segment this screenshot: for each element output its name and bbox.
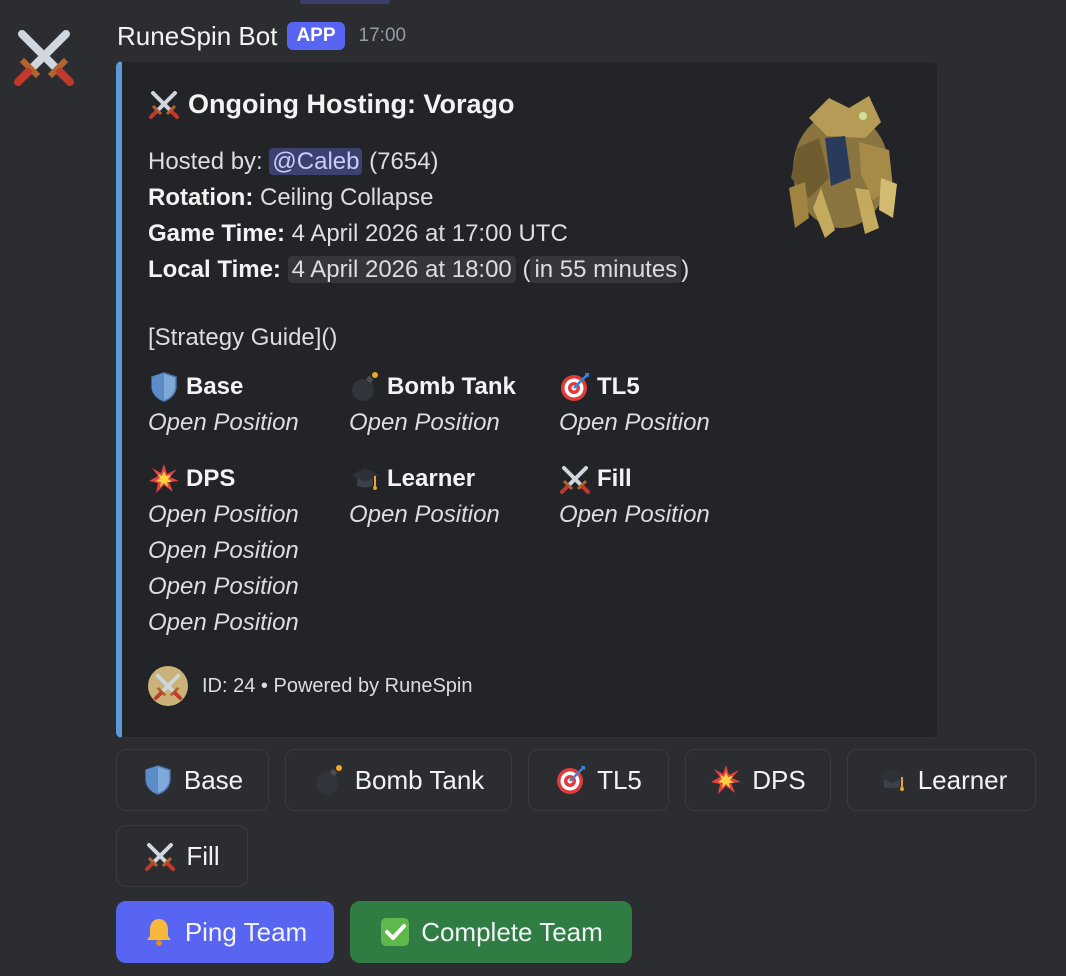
field-value: Open Position <box>148 409 299 436</box>
host-id: (7654) <box>369 148 439 175</box>
field-name: TL5 <box>597 373 640 400</box>
rotation-value: Ceiling Collapse <box>259 184 434 211</box>
local-time-label: Local Time: <box>148 256 281 283</box>
button-label: DPS <box>752 764 806 795</box>
local-time-row: Local Time: 4 April 2026 at 18:00 (in 55… <box>148 252 689 288</box>
field-value: Open Position <box>148 501 299 528</box>
button-label: Learner <box>917 764 1008 795</box>
footer-text: ID: 24 • Powered by RuneSpin <box>202 674 473 697</box>
base-button[interactable]: Base <box>116 749 269 811</box>
field-name: Fill <box>597 465 632 492</box>
field-base: Base Open Position <box>148 369 299 441</box>
button-label: Fill <box>186 840 220 871</box>
local-time-value[interactable]: 4 April 2026 at 18:00 <box>287 256 516 283</box>
ping-team-button[interactable]: Ping Team <box>116 901 334 963</box>
field-value: Open Position <box>559 501 710 528</box>
shield-icon <box>148 371 180 403</box>
field-name: DPS <box>186 465 236 492</box>
crossed-swords-icon <box>148 88 180 120</box>
bomb-icon <box>313 764 345 796</box>
crossed-swords-icon <box>153 671 183 701</box>
button-label: TL5 <box>597 764 642 795</box>
hosted-by-row: Hosted by: @Caleb (7654) <box>148 144 689 180</box>
field-name: Learner <box>387 465 476 492</box>
field-value: Open Position <box>148 537 299 564</box>
complete-team-button[interactable]: Complete Team <box>350 901 632 963</box>
field-value: Open Position <box>148 609 299 636</box>
embed-info: Hosted by: @Caleb (7654) Rotation: Ceili… <box>148 144 689 288</box>
author-name[interactable]: RuneSpin Bot <box>117 21 277 52</box>
field-value: Open Position <box>559 409 710 436</box>
bomb-tank-button[interactable]: Bomb Tank <box>285 749 512 811</box>
host-mention[interactable]: @Caleb <box>269 148 363 175</box>
target-icon <box>559 371 591 403</box>
local-time-relative[interactable]: in 55 minutes <box>530 256 682 283</box>
shield-icon <box>142 764 174 796</box>
field-tl5: TL5 Open Position <box>559 369 710 441</box>
bot-avatar[interactable] <box>10 22 78 90</box>
field-name: Base <box>186 373 244 400</box>
message-timestamp[interactable]: 17:00 <box>359 25 407 47</box>
button-label: Base <box>183 764 244 795</box>
field-learner: Learner Open Position <box>349 461 500 533</box>
field-name: Bomb Tank <box>387 373 516 400</box>
check-mark-icon <box>379 916 411 948</box>
hosting-embed: Ongoing Hosting: Vorago Hosted by: @Cale… <box>116 61 938 738</box>
button-label: Complete Team <box>421 916 603 947</box>
dps-button[interactable]: DPS <box>685 749 831 811</box>
collision-icon <box>148 463 180 495</box>
rotation-label: Rotation: <box>148 184 254 211</box>
tl5-button[interactable]: TL5 <box>528 749 669 811</box>
rotation-row: Rotation: Ceiling Collapse <box>148 180 689 216</box>
graduation-cap-icon <box>349 463 381 495</box>
crossed-swords-icon <box>559 463 591 495</box>
game-time-row: Game Time: 4 April 2026 at 17:00 UTC <box>148 216 689 252</box>
message-header: RuneSpin Bot APP 17:00 <box>117 18 406 54</box>
field-value: Open Position <box>349 501 500 528</box>
bell-icon <box>143 916 175 948</box>
crossed-swords-icon <box>12 24 76 88</box>
field-fill: Fill Open Position <box>559 461 710 533</box>
button-label: Bomb Tank <box>354 764 485 795</box>
collision-icon <box>710 764 742 796</box>
graduation-cap-icon <box>876 764 908 796</box>
crossed-swords-icon <box>144 840 176 872</box>
strategy-guide-text: [Strategy Guide]() <box>148 324 338 351</box>
field-value: Open Position <box>148 573 299 600</box>
game-time-value: 4 April 2026 at 17:00 UTC <box>291 220 568 247</box>
target-icon <box>555 764 587 796</box>
fill-button[interactable]: Fill <box>116 825 248 887</box>
field-value: Open Position <box>349 409 500 436</box>
bomb-icon <box>349 371 381 403</box>
field-bomb-tank: Bomb Tank Open Position <box>349 369 516 441</box>
paren-close: ) <box>681 256 690 283</box>
scroll-indicator <box>300 0 390 4</box>
embed-footer: ID: 24 • Powered by RuneSpin <box>148 666 473 706</box>
app-badge: APP <box>287 22 345 50</box>
footer-avatar <box>148 666 188 706</box>
learner-button[interactable]: Learner <box>847 749 1036 811</box>
game-time-label: Game Time: <box>148 220 285 247</box>
vorago-thumbnail[interactable] <box>769 78 909 246</box>
field-dps: DPS Open Position Open Position Open Pos… <box>148 461 299 641</box>
embed-title: Ongoing Hosting: Vorago <box>148 88 514 120</box>
embed-title-text: Ongoing Hosting: Vorago <box>188 88 515 119</box>
hosted-by-label: Hosted by: <box>148 148 263 175</box>
button-label: Ping Team <box>184 916 308 947</box>
